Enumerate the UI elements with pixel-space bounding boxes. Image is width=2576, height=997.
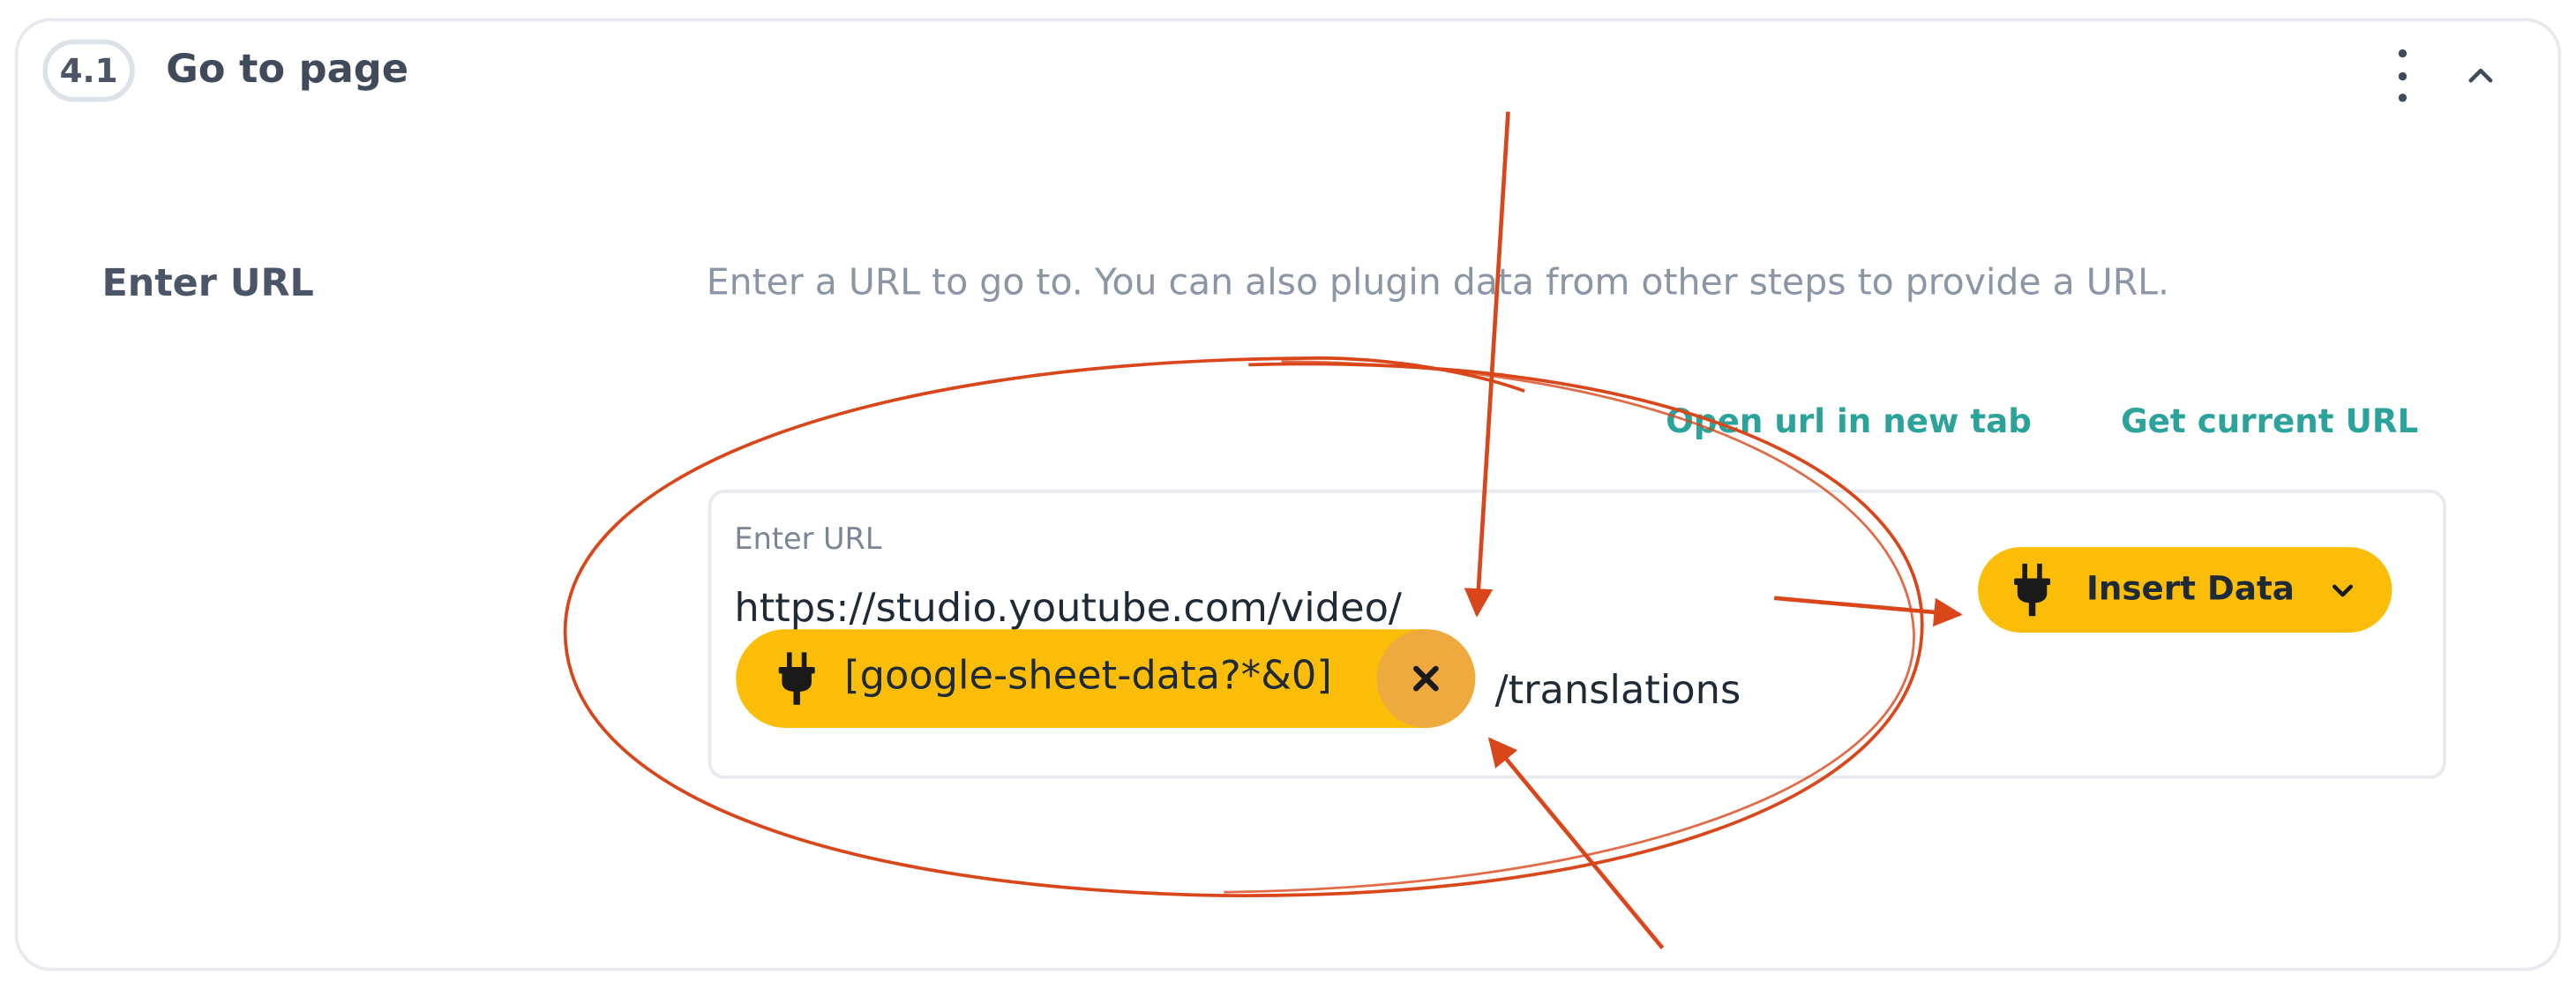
insert-data-button[interactable]: Insert Data <box>1978 547 2393 633</box>
close-icon[interactable] <box>1376 629 1476 728</box>
step-number-badge: 4.1 <box>42 39 135 102</box>
insert-data-label: Insert Data <box>2086 568 2295 609</box>
url-suffix-text[interactable]: /translations <box>1495 667 1741 713</box>
plug-icon <box>778 652 815 705</box>
more-vertical-icon[interactable] <box>2385 49 2418 102</box>
field-description: Enter a URL to go to. You can also plugi… <box>706 262 2170 304</box>
open-url-in-new-tab-link[interactable]: Open url in new tab <box>1666 401 2032 440</box>
chevron-down-icon <box>2332 584 2354 597</box>
url-input-label: Enter URL <box>734 522 882 558</box>
step-title: Go to page <box>166 46 409 93</box>
data-chip[interactable]: [google-sheet-data?*&0] <box>736 629 1476 728</box>
plug-icon <box>2014 563 2051 617</box>
get-current-url-link[interactable]: Get current URL <box>2121 401 2418 440</box>
field-label: Enter URL <box>101 262 314 306</box>
data-chip-label: [google-sheet-data?*&0] <box>844 652 1332 699</box>
chevron-up-icon[interactable] <box>2461 56 2501 95</box>
url-prefix-text[interactable]: https://studio.youtube.com/video/ <box>734 585 1402 631</box>
